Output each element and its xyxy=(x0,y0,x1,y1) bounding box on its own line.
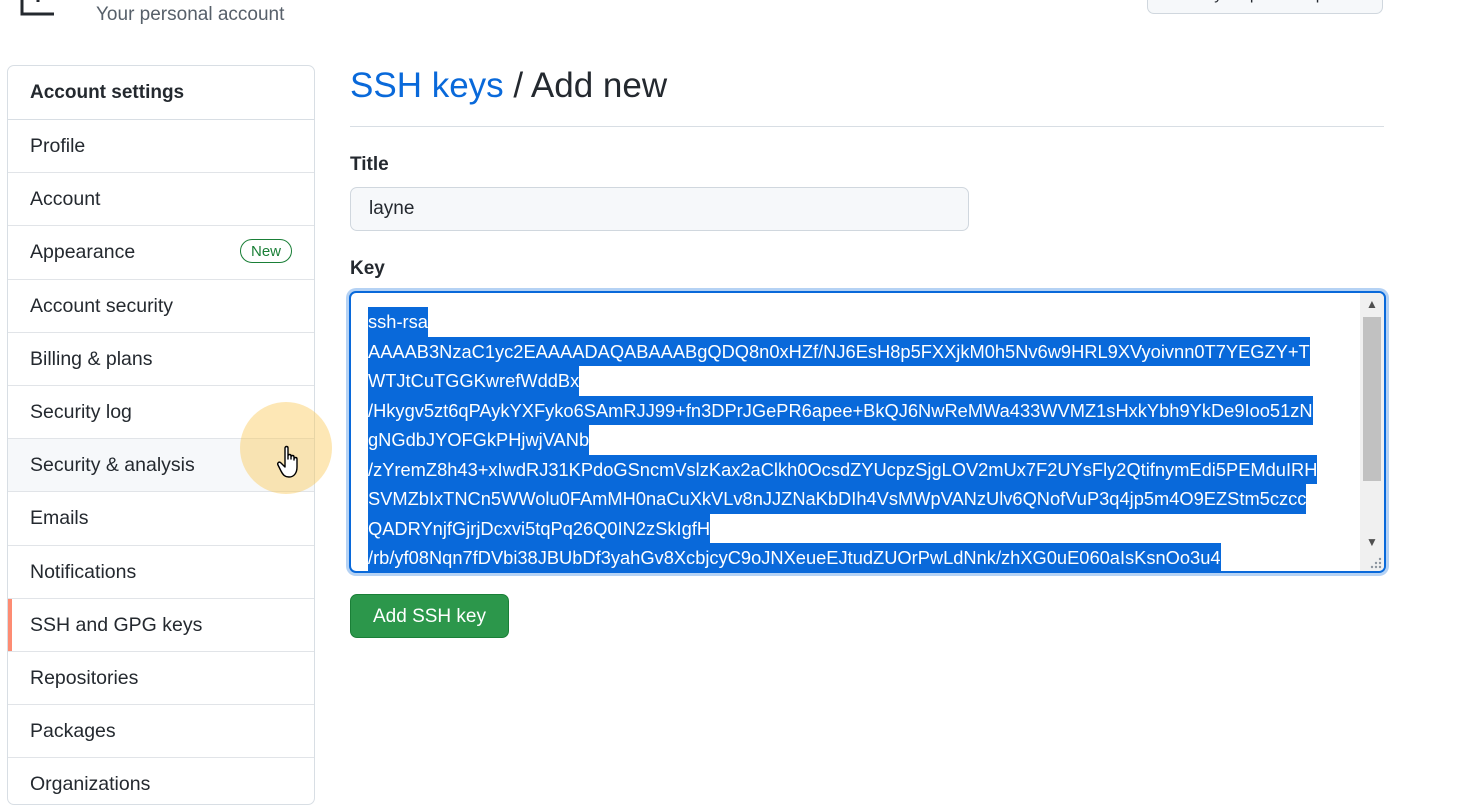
title-input[interactable] xyxy=(350,187,969,231)
title-field-label: Title xyxy=(350,154,389,175)
scroll-up-icon[interactable]: ▲ xyxy=(1360,293,1384,315)
key-text-line: ssh-rsa xyxy=(368,307,428,337)
breadcrumb-current: / Add new xyxy=(513,66,668,105)
scroll-thumb[interactable] xyxy=(1363,317,1381,481)
key-text-line: /rb/yf08Nqn7fDVbi38JBUbDf3yahGv8XcbjcyC9… xyxy=(368,543,1221,571)
sidebar-item-label: SSH and GPG keys xyxy=(30,613,203,636)
key-text-line: /zYremZ8h43+xIwdRJ31KPdoGSncmVslzKax2aCl… xyxy=(368,454,1318,484)
sidebar-item-label: Appearance xyxy=(30,241,136,264)
sidebar-item-packages[interactable]: Packages xyxy=(8,705,314,759)
sidebar-item-ssh-gpg-keys[interactable]: SSH and GPG keys xyxy=(8,598,314,652)
page-subtitle: Your personal account xyxy=(96,4,285,25)
sidebar-item-emails[interactable]: Emails xyxy=(8,492,314,546)
key-text-line: QADRYnjfGjrjDcxvi5tqPq26Q0IN2zSkIgfH xyxy=(368,513,711,543)
sidebar-item-label: Security log xyxy=(30,400,132,423)
sidebar-item-repositories[interactable]: Repositories xyxy=(8,652,314,706)
go-to-profile-button[interactable]: Go to your personal profile xyxy=(1147,0,1383,14)
sidebar-item-account-security[interactable]: Account security xyxy=(8,280,314,333)
hand-cursor-icon xyxy=(277,445,298,478)
sidebar-item-label: Repositories xyxy=(30,666,139,689)
settings-sidebar: Account settings Profile Account Appeara… xyxy=(7,65,315,805)
key-text-line: /Hkygv5zt6qPAykYXFyko6SAmRJJ99+fn3DPrJGe… xyxy=(368,395,1313,425)
account-icon xyxy=(20,0,54,16)
sidebar-item-label: Account security xyxy=(30,294,174,317)
key-scrollbar[interactable]: ▲ ▼ xyxy=(1360,293,1384,571)
key-text-line: gNGdbJYOFGkPHjwjVANb xyxy=(368,425,590,455)
resize-grip-icon[interactable] xyxy=(1368,555,1382,569)
key-textarea[interactable]: ssh-rsa AAAAB3NzaC1yc2EAAAADAQABAAABgQDQ… xyxy=(349,291,1386,573)
title-divider xyxy=(350,126,1384,127)
sidebar-item-billing-plans[interactable]: Billing & plans xyxy=(8,333,314,386)
new-badge: New xyxy=(239,239,292,264)
add-ssh-key-button[interactable]: Add SSH key xyxy=(350,594,509,638)
sidebar-item-label: Packages xyxy=(30,720,116,743)
sidebar-item-label: Security & analysis xyxy=(30,454,195,477)
sidebar-item-label: Organizations xyxy=(30,773,151,796)
sidebar-item-label: Notifications xyxy=(30,560,137,583)
key-text-line: WTJtCuTGGKwrefWddBx xyxy=(368,366,580,396)
sidebar-item-security-log[interactable]: Security log xyxy=(8,386,314,440)
page-title: SSH keys / Add new xyxy=(350,66,667,106)
scroll-down-icon[interactable]: ▼ xyxy=(1360,531,1384,553)
sidebar-item-organizations[interactable]: Organizations xyxy=(8,758,314,804)
sidebar-item-label: Billing & plans xyxy=(30,347,153,370)
sidebar-header: Account settings xyxy=(8,66,314,120)
key-text-line: SVMZbIxTNCn5WWolu0FAmMH0naCuXkVLv8nJJZNa… xyxy=(368,484,1307,514)
sidebar-item-security-analysis[interactable]: Security & analysis xyxy=(8,439,314,493)
sidebar-item-label: Emails xyxy=(30,507,89,530)
key-text-line: AAAAB3NzaC1yc2EAAAADAQABAAABgQDQ8n0xHZf/… xyxy=(368,336,1310,366)
sidebar-item-appearance[interactable]: Appearance New xyxy=(8,226,314,280)
sidebar-item-label: Profile xyxy=(30,135,86,157)
breadcrumb-ssh-keys-link[interactable]: SSH keys xyxy=(350,66,504,105)
sidebar-item-label: Account xyxy=(30,188,101,211)
key-text-content: ssh-rsa AAAAB3NzaC1yc2EAAAADAQABAAABgQDQ… xyxy=(368,307,1348,571)
key-field-label: Key xyxy=(350,258,385,279)
sidebar-item-account[interactable]: Account xyxy=(8,173,314,227)
sidebar-item-notifications[interactable]: Notifications xyxy=(8,546,314,599)
sidebar-item-profile[interactable]: Profile xyxy=(8,120,314,174)
